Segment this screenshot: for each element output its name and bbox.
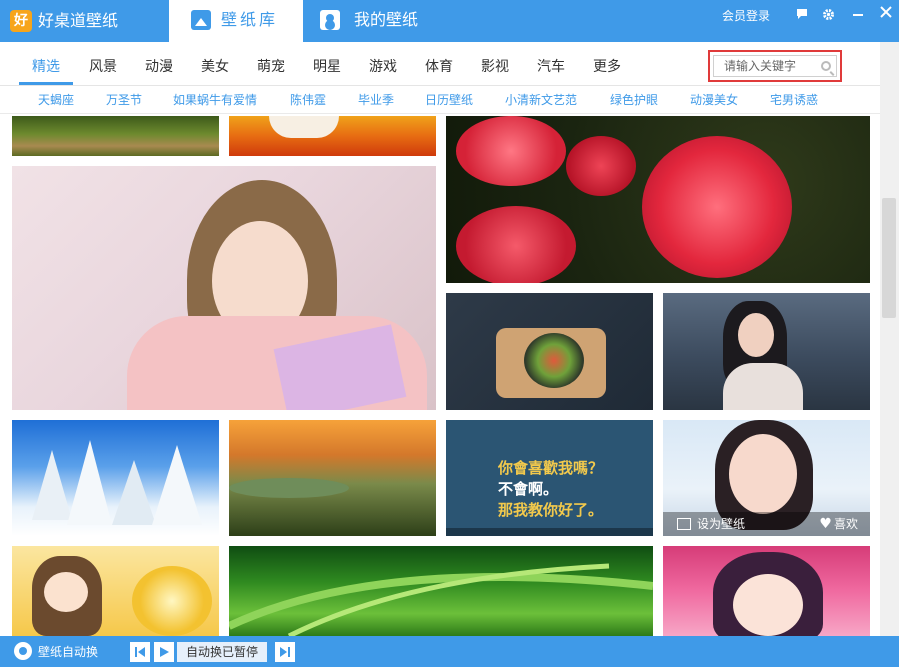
set-wallpaper-label: 设为壁纸 — [697, 517, 746, 531]
tab-label: 我的壁纸 — [354, 10, 419, 29]
wallpaper-thumbnail-green-grass[interactable] — [229, 546, 653, 636]
category-cars[interactable]: 汽车 — [537, 58, 565, 76]
search-icon[interactable] — [821, 61, 831, 71]
user-icon — [320, 10, 340, 30]
hot-tags-bar: 天蝎座 万圣节 如果蜗牛有爱情 陈伟霆 毕业季 日历壁纸 小清新文艺范 绿色护眼… — [0, 86, 880, 114]
gear-icon[interactable] — [820, 8, 836, 24]
wallpaper-thumbnail-mountain-sunset[interactable] — [229, 420, 436, 536]
wallpaper-thumbnail-anime-lemon[interactable] — [12, 546, 219, 636]
app-title: 好桌道壁纸 — [38, 11, 119, 30]
like-button[interactable]: ♥ 喜欢 — [819, 516, 858, 532]
quote-line: 你會喜歡我嗎？ — [498, 459, 604, 477]
member-login-link[interactable]: 会员登录 — [722, 8, 770, 24]
like-label: 喜欢 — [833, 517, 858, 531]
tab-label: 壁纸库 — [221, 10, 279, 29]
auto-switch-button[interactable]: 壁纸自动换 — [38, 644, 98, 660]
thumbnail-action-bar: 设为壁纸 ♥ 喜欢 — [663, 512, 870, 536]
wallpaper-thumbnail-cartoon[interactable] — [229, 116, 436, 156]
image-icon — [191, 10, 211, 30]
bottom-bar: 壁纸自动换 自动换已暂停 — [0, 636, 899, 667]
tag-link[interactable]: 宅男诱惑 — [770, 92, 818, 108]
quote-line: 不會啊。 — [498, 480, 559, 498]
close-icon[interactable] — [878, 5, 894, 21]
next-wallpaper-button[interactable] — [275, 642, 295, 662]
category-film[interactable]: 影视 — [481, 58, 509, 76]
tag-link[interactable]: 毕业季 — [358, 92, 394, 108]
wallpaper-thumbnail-anime-girl[interactable] — [663, 546, 870, 636]
scrollbar-thumb[interactable] — [882, 198, 896, 318]
tag-link[interactable]: 绿色护眼 — [610, 92, 658, 108]
minimize-icon[interactable] — [850, 8, 866, 24]
wallpaper-thumbnail-red-flowers[interactable] — [446, 116, 870, 283]
category-anime[interactable]: 动漫 — [145, 58, 173, 76]
heart-icon: ♥ — [819, 516, 832, 532]
scrollbar-track[interactable] — [880, 42, 899, 636]
set-wallpaper-button[interactable]: 设为壁纸 — [677, 516, 745, 532]
wallpaper-thumbnail-girl-closeup[interactable]: 设为壁纸 ♥ 喜欢 — [663, 420, 870, 536]
category-games[interactable]: 游戏 — [369, 58, 397, 76]
title-bar: 好 好桌道壁纸 壁纸库 我的壁纸 会员登录 — [0, 0, 899, 42]
search-input[interactable] — [713, 55, 837, 77]
category-pets[interactable]: 萌宠 — [257, 58, 285, 76]
category-bar: 精选 风景 动漫 美女 萌宠 明星 游戏 体育 影视 汽车 更多 — [0, 42, 880, 86]
category-beauty[interactable]: 美女 — [201, 58, 229, 76]
category-featured[interactable]: 精选 — [32, 58, 60, 76]
tag-link[interactable]: 动漫美女 — [690, 92, 738, 108]
quote-text: 你會喜歡我嗎？ 不會啊。 那我教你好了。 — [498, 458, 603, 521]
wallpaper-thumbnail-girl-portrait[interactable] — [12, 166, 436, 410]
tag-link[interactable]: 如果蜗牛有爱情 — [173, 92, 257, 108]
category-scenery[interactable]: 风景 — [89, 58, 117, 76]
tag-link[interactable]: 天蝎座 — [38, 92, 74, 108]
wallpaper-thumbnail-forest-path[interactable] — [12, 116, 219, 156]
tag-link[interactable]: 陈伟霆 — [290, 92, 326, 108]
wallpaper-thumbnail-fruit-plate[interactable] — [446, 293, 653, 410]
category-more[interactable]: 更多 — [593, 58, 621, 76]
play-auto-switch-button[interactable] — [154, 642, 174, 662]
search-box — [708, 50, 842, 82]
active-category-indicator — [19, 82, 73, 85]
category-sports[interactable]: 体育 — [425, 58, 453, 76]
chat-icon[interactable] — [794, 8, 810, 24]
quote-line: 那我教你好了。 — [498, 501, 604, 519]
image-icon — [677, 518, 691, 530]
wallpaper-thumbnail-beach-girl[interactable] — [663, 293, 870, 410]
auto-switch-status: 自动换已暂停 — [177, 642, 267, 662]
auto-switch-icon[interactable] — [14, 642, 32, 660]
wallpaper-thumbnail-snow-trees[interactable] — [12, 420, 219, 536]
previous-wallpaper-button[interactable] — [130, 642, 150, 662]
category-stars[interactable]: 明星 — [313, 58, 341, 76]
app-logo: 好 — [10, 10, 32, 32]
tag-link[interactable]: 小清新文艺范 — [505, 92, 577, 108]
tab-wallpaper-library[interactable]: 壁纸库 — [169, 0, 303, 42]
wallpaper-thumbnail-quote[interactable]: 你會喜歡我嗎？ 不會啊。 那我教你好了。 — [446, 420, 653, 536]
tag-link[interactable]: 万圣节 — [106, 92, 142, 108]
tag-link[interactable]: 日历壁纸 — [425, 92, 473, 108]
